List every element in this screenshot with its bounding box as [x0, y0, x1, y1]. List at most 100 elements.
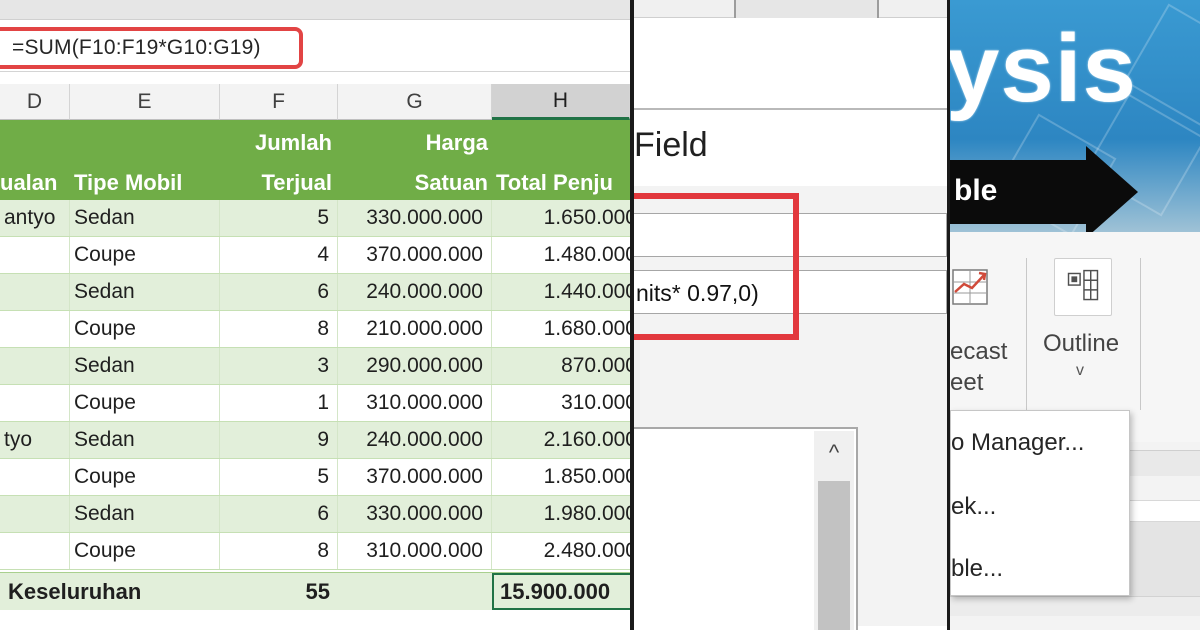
total-jumlah[interactable]: 55 — [220, 573, 338, 611]
calculated-field-dialog: Field nits* 0.97,0) ^ — [634, 0, 947, 630]
table-row: Sedan 3 290.000.000 870.000 — [0, 348, 630, 385]
cell-jumlah-terjual[interactable]: 5 — [220, 200, 338, 236]
table-row: Coupe 4 370.000.000 1.480.000 — [0, 237, 630, 274]
cell-tipe-mobil[interactable]: Sedan — [70, 200, 220, 236]
cell-harga-satuan[interactable]: 330.000.000 — [338, 200, 492, 236]
cell-penjualan[interactable]: tyo — [0, 422, 70, 458]
cell-penjualan[interactable] — [0, 459, 70, 495]
cell-harga-satuan[interactable]: 210.000.000 — [338, 311, 492, 347]
ribbon-separator — [1026, 258, 1027, 410]
cell-total-penjualan[interactable]: 1.850.000 — [492, 459, 630, 495]
cell-harga-satuan[interactable]: 310.000.000 — [338, 533, 492, 569]
table-row: Coupe 8 310.000.000 2.480.000 — [0, 533, 630, 570]
forecast-sheet-button[interactable]: ecast eet — [950, 336, 1007, 398]
cell-penjualan[interactable]: antyo — [0, 200, 70, 236]
ribbon-tab[interactable] — [734, 0, 879, 18]
header-tipe-mobil: Tipe Mobil — [74, 170, 183, 195]
table-row: antyo Sedan 5 330.000.000 1.650.000 — [0, 200, 630, 237]
cell-penjualan[interactable] — [0, 274, 70, 310]
cell-jumlah-terjual[interactable]: 3 — [220, 348, 338, 384]
cell-penjualan[interactable] — [0, 237, 70, 273]
cell-penjualan[interactable] — [0, 348, 70, 384]
menu-item-scenario-manager[interactable]: o Manager... — [951, 429, 1084, 457]
cell-total-penjualan[interactable]: 1.480.000 — [492, 237, 630, 273]
cell-total-penjualan[interactable]: 2.160.000 — [492, 422, 630, 458]
cell-jumlah-terjual[interactable]: 8 — [220, 533, 338, 569]
cell-total-penjualan[interactable]: 310.000 — [492, 385, 630, 421]
cell-tipe-mobil[interactable]: Sedan — [70, 422, 220, 458]
dialog-divider — [634, 108, 947, 110]
formula-highlight-box — [0, 27, 303, 69]
ribbon-strip — [0, 0, 630, 20]
table-row: Coupe 1 310.000.000 310.000 — [0, 385, 630, 422]
cell-penjualan[interactable] — [0, 385, 70, 421]
cell-penjualan[interactable] — [0, 533, 70, 569]
outline-icon[interactable] — [1054, 258, 1112, 316]
forecast-label-line2: eet — [950, 369, 984, 396]
column-header-e[interactable]: E — [70, 84, 220, 120]
cell-jumlah-terjual[interactable]: 6 — [220, 274, 338, 310]
header-harga: Harga — [425, 130, 488, 155]
cell-tipe-mobil[interactable]: Coupe — [70, 311, 220, 347]
scroll-thumb[interactable] — [818, 481, 850, 630]
cell-harga-satuan[interactable]: 310.000.000 — [338, 385, 492, 421]
cell-tipe-mobil[interactable]: Sedan — [70, 348, 220, 384]
cell-harga-satuan[interactable]: 240.000.000 — [338, 274, 492, 310]
forecast-label-line1: ecast — [950, 338, 1008, 365]
cell-jumlah-terjual[interactable]: 6 — [220, 496, 338, 532]
cell-tipe-mobil[interactable]: Coupe — [70, 385, 220, 421]
cell-harga-satuan[interactable]: 370.000.000 — [338, 459, 492, 495]
cell-tipe-mobil[interactable]: Sedan — [70, 496, 220, 532]
dialog-ribbon-strip — [634, 0, 947, 18]
column-header-g[interactable]: G — [338, 84, 492, 120]
background-strip — [1130, 450, 1200, 476]
arrow-text: ble — [954, 174, 998, 207]
menu-item-goal-seek[interactable]: ek... — [951, 493, 996, 521]
excel-ribbon-panel: ysis ble ecast eet Outline v o Manager..… — [950, 0, 1200, 630]
cell-tipe-mobil[interactable]: Coupe — [70, 459, 220, 495]
cell-harga-satuan[interactable]: 330.000.000 — [338, 496, 492, 532]
table-row: Coupe 8 210.000.000 1.680.000 — [0, 311, 630, 348]
forecast-sheet-icon[interactable] — [952, 266, 990, 306]
what-if-dropdown-menu: o Manager... ek... ble... — [950, 410, 1130, 596]
ribbon-separator — [1140, 258, 1141, 410]
header-satuan: Satuan — [414, 170, 488, 195]
table-row: Sedan 6 330.000.000 1.980.000 — [0, 496, 630, 533]
cell-jumlah-terjual[interactable]: 9 — [220, 422, 338, 458]
table-row: Sedan 6 240.000.000 1.440.000 — [0, 274, 630, 311]
cell-jumlah-terjual[interactable]: 1 — [220, 385, 338, 421]
listbox-scrollbar[interactable]: ^ — [814, 431, 854, 630]
column-header-h[interactable]: H — [492, 84, 630, 120]
cell-jumlah-terjual[interactable]: 8 — [220, 311, 338, 347]
total-label[interactable]: Keseluruhan — [4, 573, 220, 611]
cell-harga-satuan[interactable]: 370.000.000 — [338, 237, 492, 273]
cell-tipe-mobil[interactable]: Sedan — [70, 274, 220, 310]
formula-highlight-box — [634, 193, 799, 340]
cell-penjualan[interactable] — [0, 496, 70, 532]
cell-total-penjualan[interactable]: 1.680.000 — [492, 311, 630, 347]
dialog-title: Field — [634, 126, 708, 164]
column-header-f[interactable]: F — [220, 84, 338, 120]
cell-penjualan[interactable] — [0, 311, 70, 347]
cell-harga-satuan[interactable]: 240.000.000 — [338, 422, 492, 458]
cell-tipe-mobil[interactable]: Coupe — [70, 533, 220, 569]
chevron-down-icon[interactable]: v — [1076, 362, 1084, 380]
header-total-penjualan: Total Penju — [496, 170, 613, 195]
column-header-d[interactable]: D — [0, 84, 70, 120]
header-jumlah: Jumlah — [254, 130, 332, 155]
cell-harga-satuan[interactable]: 290.000.000 — [338, 348, 492, 384]
fields-listbox[interactable]: ^ — [634, 427, 858, 630]
table-row: tyo Sedan 9 240.000.000 2.160.000 — [0, 422, 630, 459]
menu-item-data-table[interactable]: ble... — [951, 555, 1003, 583]
scroll-up-icon[interactable]: ^ — [814, 441, 854, 465]
cell-total-penjualan[interactable]: 1.980.000 — [492, 496, 630, 532]
cell-jumlah-terjual[interactable]: 4 — [220, 237, 338, 273]
cell-total-penjualan[interactable]: 1.650.000 — [492, 200, 630, 236]
cell-total-penjualan[interactable]: 2.480.000 — [492, 533, 630, 569]
cell-jumlah-terjual[interactable]: 5 — [220, 459, 338, 495]
cell-tipe-mobil[interactable]: Coupe — [70, 237, 220, 273]
table-row: Coupe 5 370.000.000 1.850.000 — [0, 459, 630, 496]
outline-button-label[interactable]: Outline — [1043, 330, 1119, 358]
cell-total-penjualan[interactable]: 1.440.000 — [492, 274, 630, 310]
cell-total-penjualan[interactable]: 870.000 — [492, 348, 630, 384]
